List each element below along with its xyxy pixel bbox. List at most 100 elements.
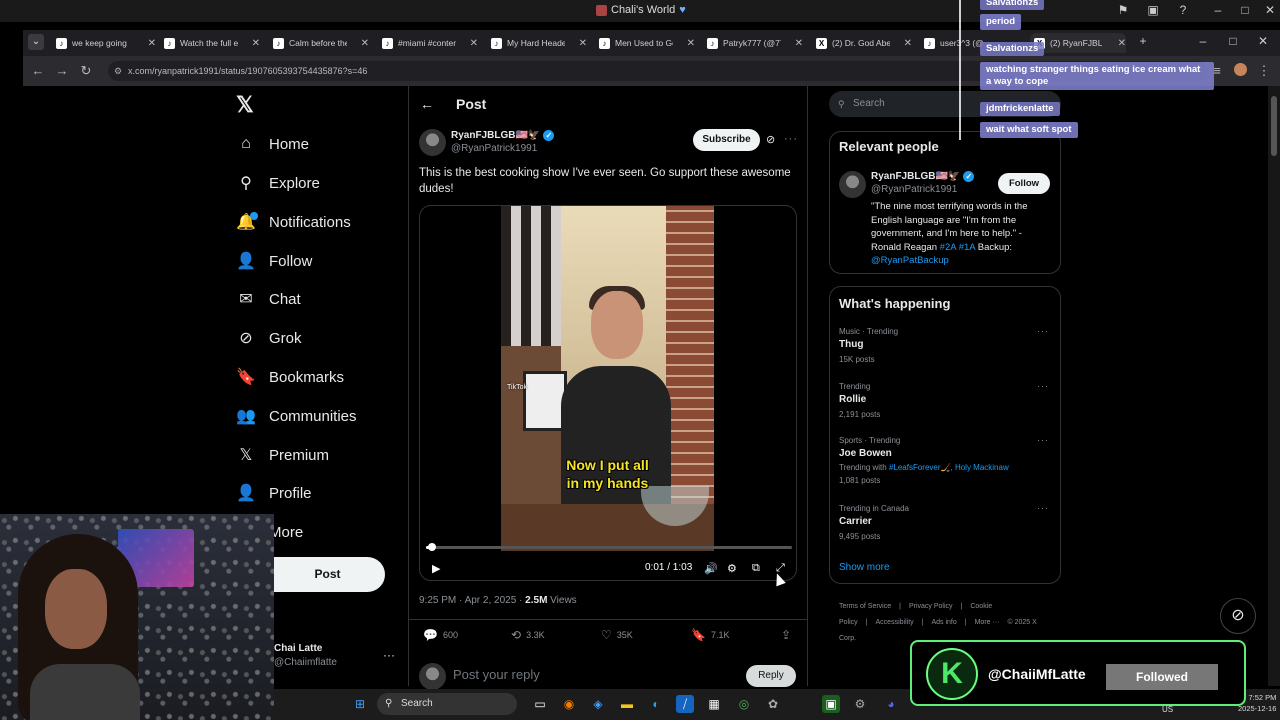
relevant-person-handle[interactable]: @RyanPatrick1991 [871, 184, 957, 195]
file-explorer-icon[interactable]: ▬ [618, 695, 636, 713]
nav-item-follow[interactable]: 👤 Follow [236, 249, 312, 273]
author-avatar[interactable] [419, 129, 446, 156]
nav-item-notifications[interactable]: 🔔 Notifications [236, 210, 351, 234]
trend-more-icon[interactable]: ··· [1037, 326, 1049, 336]
app-icon[interactable]: ◈ [589, 695, 607, 713]
trend-item[interactable]: Music · Trending Thug 15K posts ··· [839, 326, 1049, 366]
video-frame[interactable]: TikTok Now I put all in my hands [501, 206, 714, 551]
account-more-icon[interactable]: ··· [383, 648, 395, 662]
browser-tab-active[interactable]: X(2) RyanFJBL✕ [1030, 33, 1126, 53]
close-tab-icon[interactable]: ✕ [1118, 38, 1126, 49]
show-more-link[interactable]: Show more [839, 562, 890, 573]
nav-item-chat[interactable]: ✉ Chat [236, 287, 300, 311]
profile-avatar-icon[interactable] [1232, 63, 1248, 79]
browser-tab[interactable]: X (2) Dr. God Abeg ✕ [816, 33, 912, 53]
close-tab-icon[interactable]: ✕ [148, 38, 156, 49]
browser-tab[interactable]: ♪user3^3 (@user [924, 33, 984, 53]
nav-item-premium[interactable]: 𝕏 Premium [236, 443, 329, 467]
maximize-icon[interactable]: □ [1225, 34, 1241, 50]
close-icon[interactable]: ✕ [1255, 34, 1271, 50]
trend-more-icon[interactable]: ··· [1037, 435, 1049, 445]
browser-tab[interactable]: ♪ #miami #content ✕ [382, 33, 478, 53]
back-icon[interactable]: ← [30, 63, 46, 78]
discord-icon[interactable]: ◕ [882, 695, 900, 713]
nav-item-grok[interactable]: ⊘ Grok [236, 326, 301, 350]
browser-menu-icon[interactable]: ⋮ [1256, 63, 1272, 79]
edge-icon[interactable]: ◐ [647, 695, 665, 713]
language-indicator[interactable]: US [1162, 705, 1173, 714]
reload-icon[interactable]: ↻ [78, 63, 94, 79]
footer-link[interactable]: Terms of Service [839, 603, 891, 610]
relevant-avatar[interactable] [839, 171, 866, 198]
grok-float-button[interactable]: ⊘ [1220, 598, 1256, 634]
relevant-person-name[interactable]: RyanFJBLGB🇺🇸🦅 ✓ [871, 171, 975, 182]
close-tab-icon[interactable]: ✕ [361, 38, 369, 49]
account-switcher[interactable]: Chai Latte @Chaiimflatte [274, 642, 337, 670]
subscribe-button[interactable]: Subscribe [693, 129, 760, 151]
app-icon[interactable]: ✿ [764, 695, 782, 713]
browser-tab[interactable]: ♪ Calm before the ✕ [273, 33, 369, 53]
backup-link[interactable]: @RyanPatBackup [871, 255, 949, 266]
trend-more-icon[interactable]: ··· [1037, 381, 1049, 391]
settings-icon[interactable]: ⚙ [727, 562, 737, 575]
reply-button[interactable]: Reply [746, 665, 796, 687]
browser-tab[interactable]: ♪Patryk777 (@777✕ [707, 33, 803, 53]
author-handle[interactable]: @RyanPatrick1991 [451, 143, 537, 154]
maximize-icon[interactable]: □ [1237, 3, 1253, 19]
close-tab-icon[interactable]: ✕ [252, 38, 260, 49]
reply-input[interactable]: Post your reply [453, 667, 540, 682]
grok-icon[interactable]: ⊘ [766, 133, 775, 146]
task-view-icon[interactable]: ▭ [531, 695, 549, 713]
footer-link[interactable]: Accessibility [876, 619, 914, 626]
browser-tab[interactable]: ♪we keep going 🙏✕ [56, 33, 156, 53]
window-icon[interactable]: ▣ [1145, 3, 1161, 19]
video-player[interactable]: TikTok Now I put all in my hands ▶ 0:01 … [419, 205, 797, 581]
browser-tab[interactable]: ♪ Men Used to Go ✕ [599, 33, 695, 53]
trend-more-icon[interactable]: ··· [1037, 503, 1049, 513]
browser-tab[interactable]: ♪ My Hard Headed ✕ [491, 33, 587, 53]
trend-item[interactable]: Trending Rollie 2,191 posts ··· [839, 381, 1049, 421]
footer-link[interactable]: More ··· [975, 619, 1000, 626]
chrome-icon[interactable]: ◎ [735, 695, 753, 713]
close-tab-icon[interactable]: ✕ [579, 38, 587, 49]
nav-item-profile[interactable]: 👤 Profile [236, 481, 312, 505]
forward-icon[interactable]: → [54, 63, 70, 78]
video-progress-handle[interactable] [427, 543, 436, 551]
nav-item-home[interactable]: ⌂ Home [236, 132, 309, 156]
back-arrow-icon[interactable]: ← [420, 96, 434, 112]
footer-link[interactable]: Ads info [931, 619, 956, 626]
app-icon[interactable]: ▣ [822, 695, 840, 713]
play-icon[interactable]: ▶ [432, 562, 440, 575]
windows-start-icon[interactable]: ⊞ [351, 695, 369, 713]
help-icon[interactable]: ? [1175, 3, 1191, 19]
flag-icon[interactable]: ⚑ [1115, 3, 1131, 19]
scrollbar-thumb[interactable] [1271, 96, 1277, 156]
like-action[interactable]: ♡ 35K [601, 628, 633, 642]
minimize-icon[interactable]: – [1210, 3, 1226, 19]
app-icon[interactable]: ⧸ [676, 695, 694, 713]
site-info-icon[interactable]: ⚙ [114, 61, 122, 81]
close-tab-icon[interactable]: ✕ [687, 38, 695, 49]
minimize-icon[interactable]: – [1195, 34, 1211, 50]
close-tab-icon[interactable]: ✕ [795, 38, 803, 49]
steam-icon[interactable]: ⚙ [851, 695, 869, 713]
taskbar-search[interactable]: ⚲ Search [377, 693, 517, 715]
follow-button[interactable]: Follow [998, 173, 1050, 194]
volume-icon[interactable]: 🔊 [704, 562, 718, 575]
app-icon[interactable]: ◉ [560, 695, 578, 713]
tab-menu-button[interactable]: ⌄ [28, 34, 44, 50]
pip-icon[interactable]: ⧉ [752, 562, 760, 575]
share-action[interactable]: ⇪ [781, 628, 791, 642]
nav-item-communities[interactable]: 👥 Communities [236, 404, 357, 428]
new-tab-icon[interactable]: + [1135, 34, 1151, 50]
close-icon[interactable]: ✕ [1262, 3, 1278, 19]
post-more-icon[interactable]: ··· [784, 133, 798, 145]
video-progress-bar[interactable] [426, 543, 792, 551]
nav-item-explore[interactable]: ⚲ Explore [236, 171, 320, 195]
author-name[interactable]: RyanFJBLGB🇺🇸🦅 ✓ [451, 130, 555, 141]
trend-item[interactable]: Trending in Canada Carrier 9,495 posts ··· [839, 503, 1049, 543]
close-tab-icon[interactable]: ✕ [470, 38, 478, 49]
bookmark-action[interactable]: 🔖 7.1K [691, 628, 729, 642]
browser-tab[interactable]: ♪ Watch the full ep ✕ [164, 33, 260, 53]
footer-link[interactable]: Privacy Policy [909, 603, 953, 610]
